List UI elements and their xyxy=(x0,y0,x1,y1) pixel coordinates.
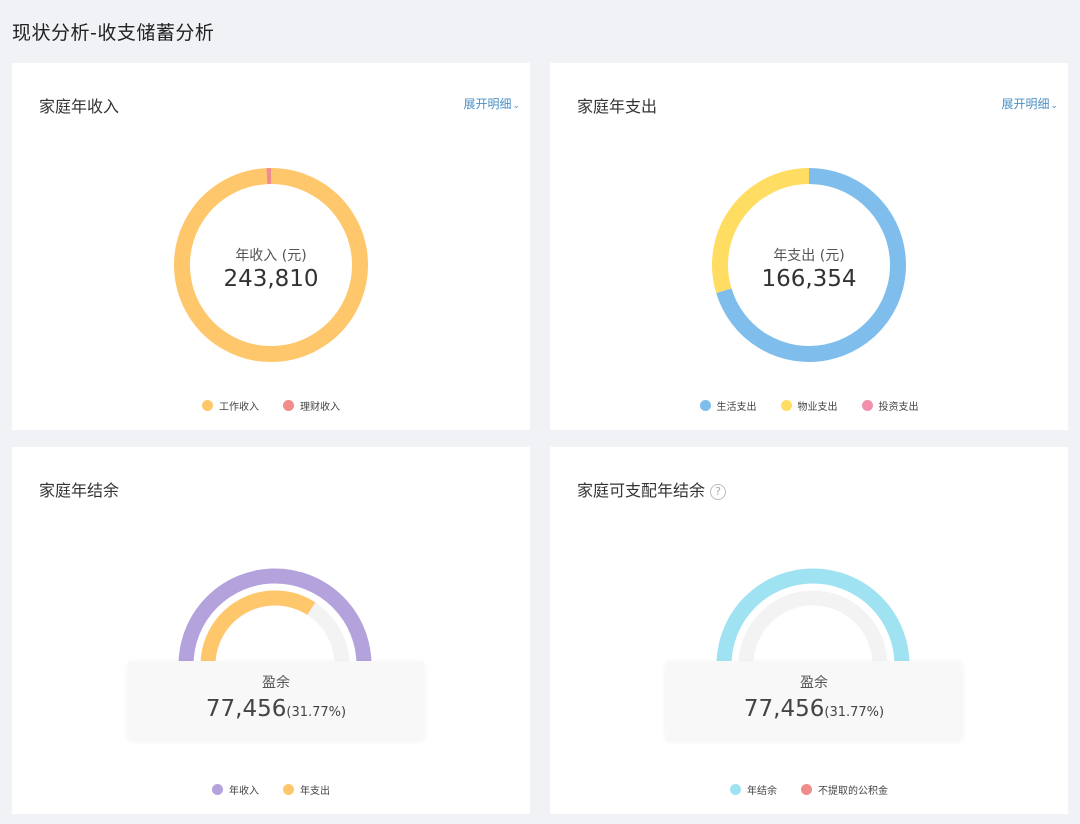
balance-card: 家庭年结余 盈余 77,456(31.77%) 年收入 年支出 xyxy=(12,447,530,814)
expense-center-value: 166,354 xyxy=(761,266,857,292)
page-title: 现状分析-收支储蓄分析 xyxy=(12,22,215,44)
legend-item[interactable]: 年收入 xyxy=(212,782,259,797)
legend-label: 年支出 xyxy=(300,786,330,797)
legend-label: 理财收入 xyxy=(300,402,340,413)
legend-label: 年结余 xyxy=(747,786,777,797)
disposable-center-label: 盈余 xyxy=(800,675,828,691)
legend-label: 工作收入 xyxy=(219,402,259,413)
legend-item[interactable]: 年结余 xyxy=(730,782,777,797)
disposable-center-value-row: 77,456(31.77%) xyxy=(666,696,962,722)
gauge-arc-1 xyxy=(200,590,316,666)
balance-center-percent: (31.77%) xyxy=(286,705,347,720)
gauge-track-1 xyxy=(738,590,888,666)
income-center-value: 243,810 xyxy=(223,266,319,292)
legend-dot xyxy=(699,400,711,411)
disposable-summary-box: 盈余 77,456(31.77%) xyxy=(666,661,962,739)
legend-label: 生活支出 xyxy=(716,402,757,413)
legend-item[interactable]: 工作收入 xyxy=(202,398,259,413)
legend-dot xyxy=(283,784,294,795)
legend-item[interactable]: 年支出 xyxy=(283,782,330,797)
legend-dot xyxy=(202,400,213,411)
legend-dot xyxy=(212,784,223,795)
legend-label: 投资支出 xyxy=(878,402,919,413)
expense-legend: 生活支出 物业支出 投资支出 xyxy=(550,398,1068,413)
income-legend: 工作收入 理财收入 xyxy=(12,398,530,413)
balance-center-value-row: 77,456(31.77%) xyxy=(128,696,424,722)
balance-legend: 年收入 年支出 xyxy=(12,782,530,797)
disposable-center-percent: (31.77%) xyxy=(824,705,885,720)
balance-center-value: 77,456 xyxy=(205,696,287,722)
balance-summary-box: 盈余 77,456(31.77%) xyxy=(128,661,424,739)
donut-slice-0 xyxy=(174,168,368,362)
income-center-label: 年收入 (元) xyxy=(235,248,307,264)
legend-item[interactable]: 理财收入 xyxy=(283,398,340,413)
legend-dot xyxy=(780,400,792,411)
legend-dot xyxy=(730,784,741,795)
legend-item[interactable]: 生活支出 xyxy=(699,398,757,413)
legend-dot xyxy=(801,784,812,795)
legend-label: 年收入 xyxy=(229,786,259,797)
disposable-card: 家庭可支配年结余? 盈余 77,456(31.77%) 年结余 不提取的公积金 xyxy=(550,447,1068,814)
disposable-gauge-chart xyxy=(716,568,910,666)
legend-label: 不提取的公积金 xyxy=(818,786,888,797)
expense-card: 家庭年支出 展开明细⌄ 年支出 (元) 166,354 生活支出 物业支出 投资支出 xyxy=(550,63,1068,430)
balance-center-label: 盈余 xyxy=(262,675,290,691)
expense-center-label: 年支出 (元) xyxy=(773,248,845,264)
legend-label: 物业支出 xyxy=(797,402,838,413)
legend-item[interactable]: 投资支出 xyxy=(861,398,919,413)
legend-item[interactable]: 物业支出 xyxy=(780,398,838,413)
legend-dot xyxy=(283,400,294,411)
disposable-legend: 年结余 不提取的公积金 xyxy=(550,782,1068,797)
disposable-center-value: 77,456 xyxy=(743,696,825,722)
income-card: 家庭年收入 展开明细⌄ 年收入 (元) 243,810 工作收入 理财收入 xyxy=(12,63,530,430)
legend-item[interactable]: 不提取的公积金 xyxy=(801,782,888,797)
legend-dot xyxy=(861,400,873,411)
balance-gauge-chart xyxy=(178,568,372,666)
